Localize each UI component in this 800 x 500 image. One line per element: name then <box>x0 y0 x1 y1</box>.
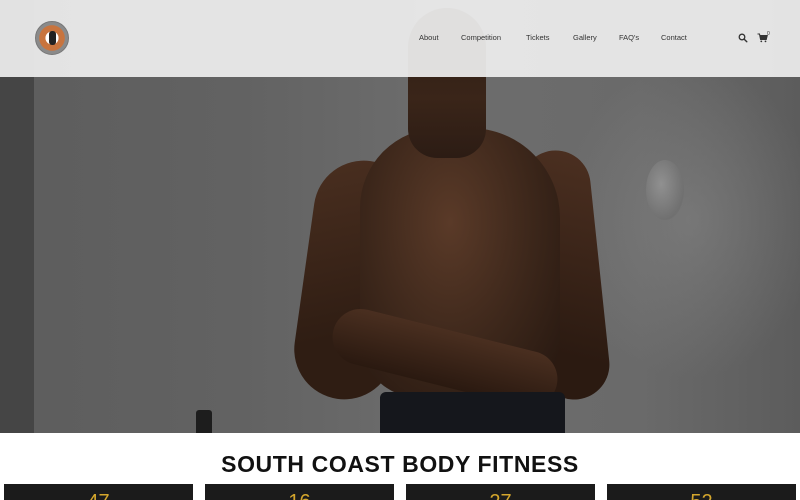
stat-card: 52 <box>607 484 796 500</box>
figure-shorts <box>380 392 565 433</box>
page-title: SOUTH COAST BODY FITNESS <box>221 451 579 477</box>
main-nav: About Competition Tickets Gallery FAQ's … <box>0 0 800 77</box>
stat-card: 27 <box>406 484 595 500</box>
nav-item-contact[interactable]: Contact <box>661 33 687 43</box>
nav-item-competition[interactable]: Competition <box>461 33 501 43</box>
stat-card: 47 <box>4 484 193 500</box>
stat-card: 16 <box>205 484 394 500</box>
wall-hook <box>646 160 684 220</box>
nav-item-tickets[interactable]: Tickets <box>526 33 549 43</box>
stat-number: 27 <box>406 491 595 500</box>
cart-count-badge: 0 <box>767 31 770 37</box>
search-icon[interactable] <box>738 33 748 43</box>
nav-item-gallery[interactable]: Gallery <box>573 33 597 43</box>
nav-item-faqs[interactable]: FAQ's <box>619 33 639 43</box>
stat-number: 52 <box>607 491 796 500</box>
stat-number: 16 <box>205 491 394 500</box>
site-header: About Competition Tickets Gallery FAQ's … <box>0 0 800 77</box>
dumbbell <box>196 410 212 433</box>
stats-strip: 47 16 27 52 <box>0 484 800 500</box>
stat-number: 47 <box>4 491 193 500</box>
nav-item-about[interactable]: About <box>419 33 439 43</box>
